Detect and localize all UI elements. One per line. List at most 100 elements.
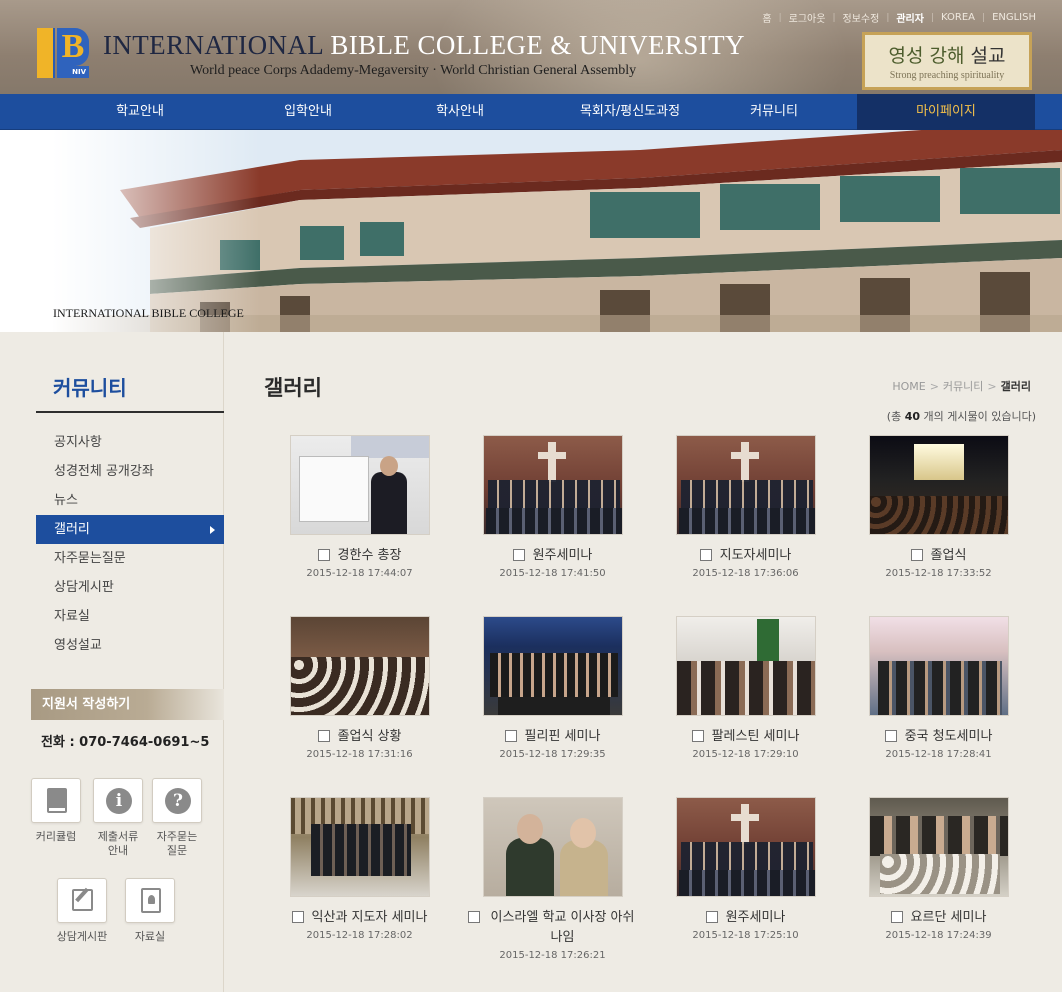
gallery-item[interactable]: 원주세미나 2015-12-18 17:25:10 (649, 797, 842, 941)
preaching-banner[interactable]: 영성 강해 설교 Strong preaching spirituality (862, 32, 1032, 90)
gallery-item[interactable]: 졸업식 상황 2015-12-18 17:31:16 (263, 616, 456, 760)
nav-item-community[interactable]: 커뮤니티 (684, 94, 864, 130)
gallery-date: 2015-12-18 17:36:06 (692, 568, 799, 579)
gallery-thumbnail[interactable] (289, 797, 430, 897)
info-icon: i (106, 788, 132, 814)
gallery-thumbnail[interactable] (482, 616, 623, 716)
edit-icon (72, 889, 93, 911)
quick-link-documents[interactable]: i 제출서류 안내 (86, 778, 150, 858)
site-title[interactable]: INTERNATIONAL BIBLE COLLEGE & UNIVERSITY (103, 30, 745, 61)
breadcrumb-home[interactable]: HOME (892, 380, 925, 393)
sidebar-title: 커뮤니티 (53, 376, 127, 400)
sidebar-menu: 공지사항 성경전체 공개강좌 뉴스 갤러리 자주묻는질문 상담게시판 자료실 영… (36, 428, 224, 660)
english-link[interactable]: ENGLISH (992, 12, 1036, 23)
apply-button[interactable]: 지원서 작성하기 (31, 689, 224, 720)
top-links: 홈 | 로그아웃 | 정보수정 | 관리자 | KOREA | ENGLISH (762, 10, 1036, 25)
gallery-item[interactable]: 요르단 세미나 2015-12-18 17:24:39 (842, 797, 1035, 941)
korea-link[interactable]: KOREA (941, 12, 975, 23)
nav-item-school-info[interactable]: 학교안내 (50, 94, 230, 130)
quick-link-faq[interactable]: ? 자주묻는 질문 (145, 778, 209, 858)
gallery-thumbnail[interactable] (868, 435, 1009, 535)
gallery-title[interactable]: 익산과 지도자 세미나 (312, 908, 428, 928)
gallery-date: 2015-12-18 17:24:39 (885, 930, 992, 941)
edit-profile-link[interactable]: 정보수정 (843, 10, 880, 25)
gallery-title[interactable]: 팔레스틴 세미나 (712, 727, 800, 747)
gallery-item[interactable]: 이스라엘 학교 이사장 아쉬나임 2015-12-18 17:26:21 (456, 797, 649, 961)
gallery-date: 2015-12-18 17:28:02 (306, 930, 413, 941)
sidebar-item-counsel[interactable]: 상담게시판 (36, 573, 224, 602)
select-checkbox[interactable] (291, 911, 304, 923)
gallery-date: 2015-12-18 17:31:16 (306, 749, 413, 760)
gallery-item[interactable]: 지도자세미나 2015-12-18 17:36:06 (649, 435, 842, 579)
sidebar-item-sermon[interactable]: 영성설교 (36, 631, 224, 660)
gallery-thumbnail[interactable] (482, 797, 623, 897)
select-checkbox[interactable] (910, 549, 923, 561)
gallery-thumbnail[interactable] (289, 435, 430, 535)
gallery-title[interactable]: 이스라엘 학교 이사장 아쉬나임 (488, 908, 638, 948)
select-checkbox[interactable] (890, 911, 903, 923)
gallery-thumbnail[interactable] (289, 616, 430, 716)
gallery-item[interactable]: 필리핀 세미나 2015-12-18 17:29:35 (456, 616, 649, 760)
gallery-thumbnail[interactable] (675, 435, 816, 535)
sidebar-item-news[interactable]: 뉴스 (36, 486, 224, 515)
gallery-thumbnail[interactable] (675, 797, 816, 897)
sidebar-item-notice[interactable]: 공지사항 (36, 428, 224, 457)
gallery-item[interactable]: 팔레스틴 세미나 2015-12-18 17:29:10 (649, 616, 842, 760)
gallery-title[interactable]: 졸업식 (931, 546, 967, 566)
gallery-item[interactable]: 중국 청도세미나 2015-12-18 17:28:41 (842, 616, 1035, 760)
gallery-title[interactable]: 필리핀 세미나 (525, 727, 601, 747)
select-checkbox[interactable] (317, 549, 330, 561)
contact-book-icon (141, 888, 161, 913)
gallery-thumbnail[interactable] (482, 435, 623, 535)
quick-link-curriculum[interactable]: 커리큘럼 (24, 778, 88, 844)
logout-link[interactable]: 로그아웃 (789, 10, 826, 25)
page-title: 갤러리 (264, 376, 322, 400)
select-checkbox[interactable] (467, 911, 480, 923)
gallery-date: 2015-12-18 17:33:52 (885, 568, 992, 579)
select-checkbox[interactable] (699, 549, 712, 561)
select-checkbox[interactable] (317, 730, 330, 742)
logo[interactable]: B NIV (37, 28, 89, 78)
gallery-item[interactable]: 경한수 총장 2015-12-18 17:44:07 (263, 435, 456, 579)
gallery-title[interactable]: 요르단 세미나 (911, 908, 987, 928)
gallery-thumbnail[interactable] (868, 797, 1009, 897)
admin-link[interactable]: 관리자 (896, 10, 924, 25)
gallery-date: 2015-12-18 17:29:35 (499, 749, 606, 760)
divider (36, 411, 224, 413)
sidebar-item-bible-lecture[interactable]: 성경전체 공개강좌 (36, 457, 224, 486)
select-checkbox[interactable] (512, 549, 525, 561)
sidebar-item-gallery[interactable]: 갤러리 (36, 515, 224, 544)
breadcrumb-community[interactable]: 커뮤니티 (943, 378, 983, 394)
gallery-thumbnail[interactable] (868, 616, 1009, 716)
gallery-title[interactable]: 졸업식 상황 (338, 727, 402, 747)
sidebar-item-faq[interactable]: 자주묻는질문 (36, 544, 224, 573)
gallery-date: 2015-12-18 17:41:50 (499, 568, 606, 579)
home-link[interactable]: 홈 (762, 10, 771, 25)
gallery-title[interactable]: 원주세미나 (726, 908, 786, 928)
main-nav: 학교안내 입학안내 학사안내 목회자/평신도과정 커뮤니티 마이페이지 (0, 94, 1062, 130)
gallery-title[interactable]: 원주세미나 (533, 546, 593, 566)
gallery-thumbnail[interactable] (675, 616, 816, 716)
main-content: 갤러리 HOME > 커뮤니티 > 갤러리 (총 40 개의 게시물이 있습니다) … (225, 332, 1062, 992)
breadcrumb: HOME > 커뮤니티 > 갤러리 (892, 378, 1031, 394)
gallery-title[interactable]: 경한수 총장 (338, 546, 402, 566)
gallery-date: 2015-12-18 17:28:41 (885, 749, 992, 760)
gallery-title[interactable]: 지도자세미나 (720, 546, 792, 566)
select-checkbox[interactable] (884, 730, 897, 742)
select-checkbox[interactable] (705, 911, 718, 923)
gallery-item[interactable]: 익산과 지도자 세미나 2015-12-18 17:28:02 (263, 797, 456, 941)
gallery-item[interactable]: 졸업식 2015-12-18 17:33:52 (842, 435, 1035, 579)
site-subtitle: World peace Corps Adademy-Megaversity · … (190, 63, 637, 78)
nav-item-academic[interactable]: 학사안내 (370, 94, 550, 130)
gallery-title[interactable]: 중국 청도세미나 (905, 727, 993, 747)
question-icon: ? (165, 788, 191, 814)
book-icon (47, 788, 67, 813)
phone-number: 전화 : 070-7464-0691~5 (41, 735, 210, 750)
select-checkbox[interactable] (504, 730, 517, 742)
gallery-item[interactable]: 원주세미나 2015-12-18 17:41:50 (456, 435, 649, 579)
nav-item-mypage[interactable]: 마이페이지 (857, 94, 1035, 130)
quick-link-archive[interactable]: 자료실 (118, 878, 182, 944)
select-checkbox[interactable] (691, 730, 704, 742)
quick-link-counsel[interactable]: 상담게시판 (50, 878, 114, 944)
sidebar-item-archive[interactable]: 자료실 (36, 602, 224, 631)
